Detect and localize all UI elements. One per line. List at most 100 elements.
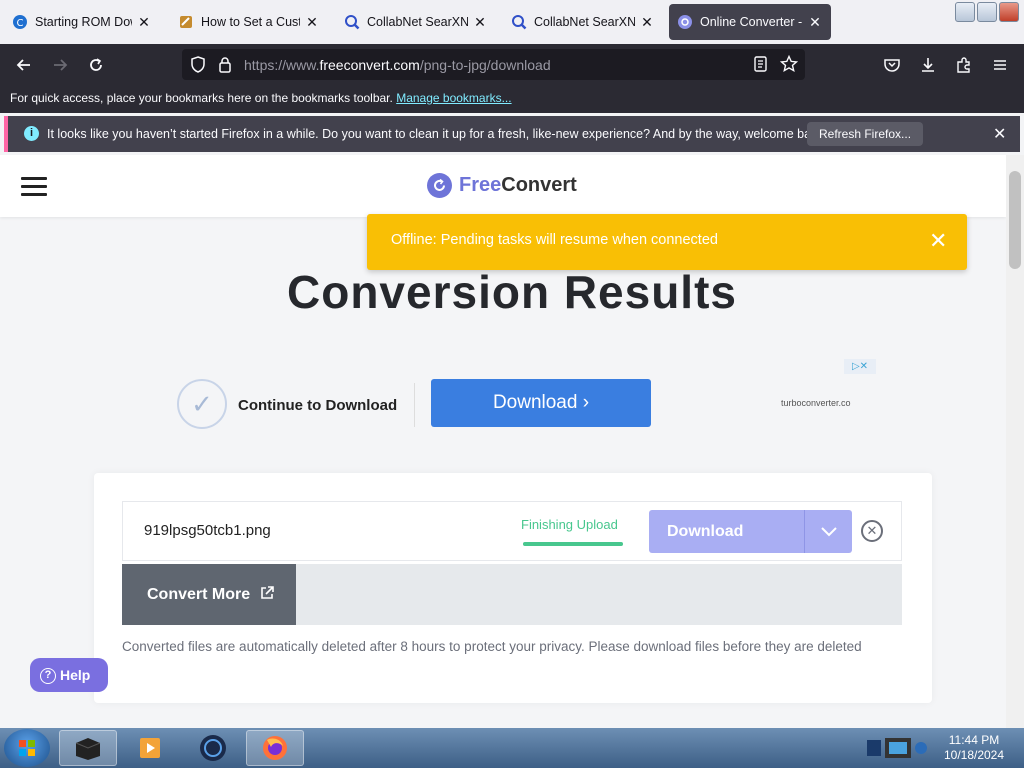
taskbar-app[interactable] — [184, 730, 242, 766]
question-icon: ? — [40, 668, 56, 685]
pocket-button[interactable] — [879, 52, 905, 78]
extensions-button[interactable] — [951, 52, 977, 78]
external-link-icon — [260, 586, 274, 599]
chevron-down-icon — [820, 527, 837, 537]
upload-progress-bar — [523, 542, 623, 546]
brand-free: Free — [459, 174, 502, 196]
tab-searxng-2[interactable]: CollabNet SearXNG ✕ — [503, 4, 663, 40]
menu-button[interactable] — [987, 52, 1013, 78]
downloads-button[interactable] — [915, 52, 941, 78]
start-button[interactable] — [4, 729, 50, 767]
scrollbar-thumb[interactable] — [1009, 171, 1021, 269]
convert-more-bar: Convert More — [122, 564, 902, 625]
ad-download-button[interactable]: Download › — [431, 379, 651, 427]
remove-file-icon[interactable]: ✕ — [861, 520, 883, 542]
privacy-note: Converted files are automatically delete… — [122, 639, 862, 654]
site-header: Free Convert — [0, 155, 1006, 217]
continue-to-download-label: Continue to Download — [238, 397, 398, 414]
file-download-button[interactable]: Download — [649, 510, 804, 553]
reader-view-icon[interactable] — [753, 56, 768, 77]
system-clock[interactable]: 11:44 PM 10/18/2024 — [938, 733, 1010, 763]
manage-bookmarks-link[interactable]: Manage bookmarks... — [396, 91, 511, 105]
terminal-app-icon — [75, 738, 101, 760]
taskbar-notification-area[interactable] — [858, 730, 938, 766]
tracking-protection-icon[interactable] — [190, 56, 206, 78]
close-tab-icon[interactable]: ✕ — [472, 14, 488, 31]
convert-more-button[interactable]: Convert More — [122, 564, 296, 625]
offline-message: Offline: Pending tasks will resume when … — [391, 232, 718, 248]
ad-download-label: Download — [492, 392, 578, 413]
back-button[interactable] — [11, 52, 37, 78]
close-tab-icon[interactable]: ✕ — [639, 14, 655, 31]
bookmark-star-icon[interactable] — [779, 54, 799, 78]
tab-online-converter[interactable]: Online Converter - C ✕ — [669, 4, 831, 40]
firefox-icon — [263, 736, 287, 760]
navigation-toolbar: https://www.freeconvert.com/png-to-jpg/d… — [0, 44, 1024, 85]
url-bar[interactable]: https://www.freeconvert.com/png-to-jpg/d… — [182, 49, 805, 80]
file-row: 919lpsg50tcb1.png Finishing Upload Downl… — [122, 501, 902, 561]
brand-convert: Convert — [501, 174, 577, 196]
results-card: 919lpsg50tcb1.png Finishing Upload Downl… — [94, 473, 932, 703]
forward-button[interactable] — [47, 52, 73, 78]
offline-banner: Offline: Pending tasks will resume when … — [367, 214, 967, 270]
close-tab-icon[interactable]: ✕ — [304, 14, 320, 31]
refresh-firefox-button[interactable]: Refresh Firefox... — [807, 122, 924, 146]
chevron-right-icon: › — [582, 392, 590, 413]
tab-searxng-1[interactable]: CollabNet SearXNG ✕ — [336, 4, 496, 40]
site-favicon-icon — [178, 14, 194, 30]
close-notification-icon[interactable]: ✕ — [993, 124, 1006, 144]
tab-title: CollabNet SearXNG — [367, 15, 468, 29]
download-options-button[interactable] — [804, 510, 852, 553]
taskbar-terminal[interactable] — [59, 730, 117, 766]
upload-status: Finishing Upload — [521, 517, 618, 532]
help-button[interactable]: ? Help — [30, 658, 108, 692]
advertisement: ✓ Continue to Download Download › turboc… — [170, 355, 880, 435]
taskbar-firefox[interactable] — [246, 730, 304, 766]
page-scrollbar[interactable] — [1006, 155, 1024, 728]
close-tab-icon[interactable]: ✕ — [136, 14, 152, 31]
close-banner-icon[interactable]: ✕ — [929, 228, 947, 254]
upload-progress-fill — [523, 542, 623, 546]
lock-icon[interactable] — [218, 56, 232, 78]
taskbar-media-player[interactable] — [121, 730, 179, 766]
tab-title: Starting ROM Downl — [35, 15, 132, 29]
globe-app-icon — [200, 735, 226, 761]
page-title: Conversion Results — [287, 266, 737, 318]
close-tab-icon[interactable]: ✕ — [807, 14, 823, 31]
bookmarks-toolbar: For quick access, place your bookmarks h… — [0, 85, 1024, 113]
windows-logo-icon — [19, 740, 35, 756]
file-name: 919lpsg50tcb1.png — [144, 522, 271, 539]
site-menu-icon[interactable] — [21, 177, 47, 197]
tab-strip: C Starting ROM Downl ✕ How to Set a Cust… — [0, 0, 1024, 44]
tab-title: Online Converter - C — [700, 15, 803, 29]
reload-button[interactable] — [83, 52, 109, 78]
minimize-window-button[interactable] — [955, 2, 975, 22]
magnifier-icon — [511, 14, 527, 30]
windows-taskbar: 11:44 PM 10/18/2024 — [0, 728, 1024, 768]
firefox-refresh-notification: i It looks like you haven’t started Fire… — [4, 116, 1020, 152]
back-arrow-icon — [16, 59, 30, 71]
clock-date: 10/18/2024 — [943, 748, 1005, 762]
ad-choices-icon[interactable]: ▷✕ — [844, 359, 876, 374]
tab-title: CollabNet SearXNG — [534, 15, 635, 29]
freeconvert-logo[interactable]: Free Convert — [427, 173, 577, 198]
pocket-icon — [884, 59, 900, 72]
tab-starting-rom[interactable]: C Starting ROM Downl ✕ — [4, 4, 160, 40]
ad-divider — [414, 383, 415, 427]
restore-window-button[interactable] — [977, 2, 997, 22]
ad-domain[interactable]: turboconverter.co — [781, 398, 851, 408]
close-window-button[interactable] — [999, 2, 1019, 22]
help-label: Help — [60, 667, 91, 683]
convert-more-label: Convert More — [147, 586, 251, 603]
info-icon: i — [24, 126, 39, 141]
puzzle-icon — [957, 57, 970, 73]
hamburger-menu-icon — [994, 60, 1006, 70]
tab-custom[interactable]: How to Set a Custom ✕ — [170, 4, 328, 40]
c-logo-icon: C — [12, 14, 28, 30]
reload-icon — [90, 58, 102, 71]
svg-text:C: C — [17, 18, 24, 29]
media-player-icon — [140, 738, 160, 758]
download-arrow-icon — [922, 58, 934, 72]
system-tray-icons — [867, 738, 927, 758]
url-text[interactable]: https://www.freeconvert.com/png-to-jpg/d… — [244, 57, 551, 73]
